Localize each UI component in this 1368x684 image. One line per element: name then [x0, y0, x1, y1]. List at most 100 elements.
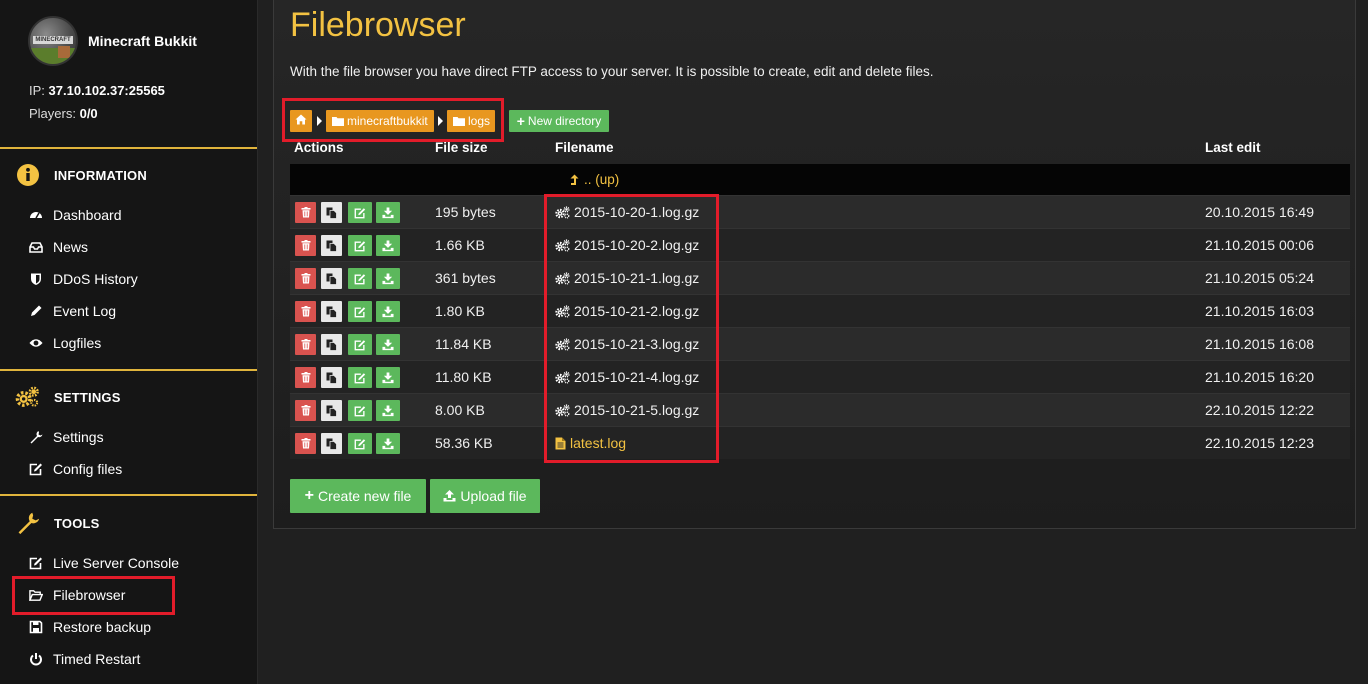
sidebar-item-logfiles[interactable]: Logfiles [29, 332, 101, 354]
folder-icon [453, 116, 465, 126]
folder-open-icon [29, 588, 43, 602]
file-size: 8.00 KB [435, 402, 485, 418]
download-button[interactable] [376, 202, 400, 223]
column-header-actions: Actions [294, 140, 344, 155]
edit-icon [29, 462, 43, 476]
create-new-file-button[interactable]: + Create new file [290, 479, 426, 513]
edit-button[interactable] [348, 268, 372, 289]
upload-icon [443, 490, 456, 502]
delete-button[interactable] [295, 334, 316, 355]
download-button[interactable] [376, 268, 400, 289]
edit-button[interactable] [348, 235, 372, 256]
copy-button[interactable] [321, 334, 342, 355]
upload-file-button[interactable]: Upload file [430, 479, 540, 513]
edit-button[interactable] [348, 400, 372, 421]
sidebar-item-event-log[interactable]: Event Log [29, 300, 116, 322]
sidebar-item-ddos-history[interactable]: DDoS History [29, 268, 138, 290]
file-name-link[interactable]: 2015-10-20-2.log.gz [555, 237, 699, 253]
file-name-link[interactable]: 2015-10-21-3.log.gz [555, 336, 699, 352]
download-button[interactable] [376, 367, 400, 388]
file-last-edit: 21.10.2015 16:08 [1205, 336, 1314, 352]
download-button[interactable] [376, 301, 400, 322]
copy-button[interactable] [321, 367, 342, 388]
copy-button[interactable] [321, 301, 342, 322]
sidebar-item-settings[interactable]: Settings [29, 426, 104, 448]
edit-button[interactable] [348, 301, 372, 322]
sidebar-item-dashboard[interactable]: Dashboard [29, 204, 122, 226]
sidebar-item-restore-backup[interactable]: Restore backup [29, 616, 151, 638]
parent-directory-link[interactable]: .. (up) [570, 172, 619, 187]
gears-icon [555, 271, 570, 285]
delete-button[interactable] [295, 235, 316, 256]
file-name-link[interactable]: latest.log [555, 435, 626, 451]
table-row-parent: .. (up) [290, 164, 1350, 195]
copy-button[interactable] [321, 202, 342, 223]
file-name: 2015-10-21-4.log.gz [574, 369, 700, 385]
copy-button[interactable] [321, 433, 342, 454]
eye-icon [29, 336, 43, 350]
file-size: 1.66 KB [435, 237, 485, 253]
delete-button[interactable] [295, 400, 316, 421]
table-row: 58.36 KB latest.log 22.10.2015 12:23 [290, 426, 1350, 459]
floppy-icon [29, 620, 43, 634]
file-last-edit: 21.10.2015 16:20 [1205, 369, 1314, 385]
edit-icon [354, 405, 366, 417]
breadcrumb-logs[interactable]: logs [447, 110, 495, 132]
download-button[interactable] [376, 235, 400, 256]
edit-icon [354, 240, 366, 252]
plus-icon: + [304, 487, 314, 504]
file-name: 2015-10-21-5.log.gz [574, 402, 700, 418]
section-tools: TOOLS [15, 510, 100, 536]
trash-icon [301, 405, 311, 416]
edit-icon [354, 306, 366, 318]
gears-icon [555, 337, 570, 351]
edit-icon [354, 438, 366, 450]
edit-button[interactable] [348, 334, 372, 355]
file-name-link[interactable]: 2015-10-21-2.log.gz [555, 303, 699, 319]
download-button[interactable] [376, 433, 400, 454]
delete-button[interactable] [295, 268, 316, 289]
sidebar-item-config-files[interactable]: Config files [29, 458, 122, 480]
new-directory-button[interactable]: + New directory [509, 110, 609, 132]
file-name-link[interactable]: 2015-10-21-5.log.gz [555, 402, 699, 418]
edit-button[interactable] [348, 367, 372, 388]
edit-icon [354, 372, 366, 384]
delete-button[interactable] [295, 367, 316, 388]
wrench-icon [15, 511, 40, 536]
table-row: 1.80 KB 2015-10-21-2.log.gz 21.10.2015 16:… [290, 294, 1350, 327]
file-name-link[interactable]: 2015-10-20-1.log.gz [555, 204, 699, 220]
download-button[interactable] [376, 334, 400, 355]
edit-button[interactable] [348, 202, 372, 223]
sidebar: MINECRAFT Minecraft Bukkit IP: 37.10.102… [0, 0, 258, 684]
file-last-edit: 21.10.2015 05:24 [1205, 270, 1314, 286]
copy-button[interactable] [321, 400, 342, 421]
download-icon [382, 404, 394, 417]
delete-button[interactable] [295, 433, 316, 454]
breadcrumb-separator [317, 116, 322, 126]
file-name: 2015-10-21-3.log.gz [574, 336, 700, 352]
copy-button[interactable] [321, 235, 342, 256]
sidebar-item-filebrowser[interactable]: Filebrowser [29, 584, 125, 606]
download-button[interactable] [376, 400, 400, 421]
server-avatar-logo: MINECRAFT [33, 36, 73, 44]
page-title: Filebrowser [290, 6, 466, 44]
edit-button[interactable] [348, 433, 372, 454]
breadcrumb-minecraftbukkit[interactable]: minecraftbukkit [326, 110, 434, 132]
sidebar-item-live-server-console[interactable]: Live Server Console [29, 552, 179, 574]
copy-icon [326, 240, 337, 252]
sidebar-item-timed-restart[interactable]: Timed Restart [29, 648, 140, 670]
file-last-edit: 21.10.2015 16:03 [1205, 303, 1314, 319]
sidebar-divider [0, 369, 257, 371]
file-name: latest.log [570, 435, 627, 451]
delete-button[interactable] [295, 301, 316, 322]
edit-icon [354, 207, 366, 219]
sidebar-item-news[interactable]: News [29, 236, 88, 258]
copy-button[interactable] [321, 268, 342, 289]
delete-button[interactable] [295, 202, 316, 223]
download-icon [382, 272, 394, 285]
file-name: 2015-10-21-2.log.gz [574, 303, 700, 319]
breadcrumb-home[interactable] [290, 110, 312, 132]
file-name-link[interactable]: 2015-10-21-1.log.gz [555, 270, 699, 286]
gears-icon [555, 403, 570, 417]
file-name-link[interactable]: 2015-10-21-4.log.gz [555, 369, 699, 385]
